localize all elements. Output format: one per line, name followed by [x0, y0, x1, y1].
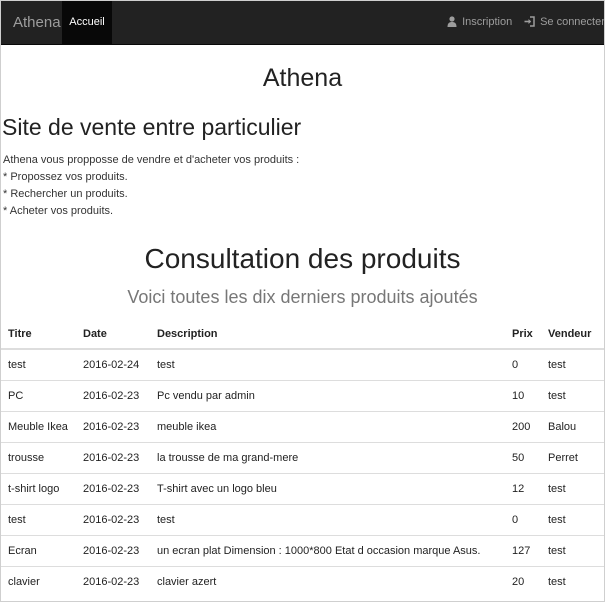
brand-link[interactable]: Athena — [13, 1, 61, 44]
page-frame: Athena Accueil Inscription Se connecter … — [0, 0, 605, 602]
column-header-description: Description — [150, 319, 505, 350]
nav-item-login-label: Se connecter — [540, 16, 605, 28]
site-subtitle: Site de vente entre particulier — [2, 114, 302, 140]
cell-titre: test — [1, 348, 76, 381]
cell-vendeur: test — [541, 566, 604, 597]
intro-text: Athena vous propposse de vendre et d'ach… — [3, 152, 299, 220]
cell-prix: 127 — [505, 535, 541, 567]
cell-titre: test — [1, 504, 76, 536]
cell-description: test — [150, 504, 505, 536]
table-row: test 2016-02-24 test 0 test — [1, 348, 604, 381]
cell-vendeur: Perret — [541, 442, 604, 474]
cell-date: 2016-02-23 — [76, 504, 150, 536]
cell-date: 2016-02-23 — [76, 535, 150, 567]
cell-description: clavier azert — [150, 566, 505, 597]
cell-titre: t-shirt logo — [1, 473, 76, 505]
cell-description: T-shirt avec un logo bleu — [150, 473, 505, 505]
intro-line: Athena vous propposse de vendre et d'ach… — [3, 154, 300, 166]
column-header-titre: Titre — [1, 319, 76, 350]
table-row: Meuble Ikea 2016-02-23 meuble ikea 200 B… — [1, 411, 604, 443]
column-header-prix: Prix — [505, 319, 541, 350]
cell-prix: 0 — [505, 504, 541, 536]
user-icon — [447, 16, 462, 28]
cell-prix: 50 — [505, 442, 541, 474]
cell-vendeur: test — [541, 380, 604, 412]
table-row: trousse 2016-02-23 la trousse de ma gran… — [1, 442, 604, 474]
navbar: Athena Accueil Inscription Se connecter — [1, 1, 604, 45]
products-table: Titre Date Description Prix Vendeur test… — [1, 319, 604, 597]
cell-prix: 10 — [505, 380, 541, 412]
cell-prix: 20 — [505, 566, 541, 597]
cell-prix: 12 — [505, 473, 541, 505]
intro-line: * Propossez vos produits. — [3, 171, 128, 183]
cell-vendeur: test — [541, 348, 604, 381]
cell-vendeur: test — [541, 473, 604, 505]
cell-description: test — [150, 348, 505, 381]
cell-date: 2016-02-23 — [76, 380, 150, 412]
cell-date: 2016-02-23 — [76, 442, 150, 474]
log-in-icon — [524, 16, 540, 28]
products-title: Consultation des produits — [144, 243, 461, 274]
table-row: t-shirt logo 2016-02-23 T-shirt avec un … — [1, 473, 604, 505]
cell-vendeur: test — [541, 504, 604, 536]
intro-line: * Acheter vos produits. — [3, 205, 114, 217]
cell-titre: clavier — [1, 566, 76, 597]
cell-date: 2016-02-23 — [76, 473, 150, 505]
cell-description: la trousse de ma grand-mere — [150, 442, 505, 474]
table-header-row: Titre Date Description Prix Vendeur — [1, 319, 604, 350]
cell-date: 2016-02-23 — [76, 411, 150, 443]
cell-vendeur: test — [541, 535, 604, 567]
table-row: clavier 2016-02-23 clavier azert 20 test — [1, 566, 604, 597]
nav-item-accueil[interactable]: Accueil — [62, 1, 112, 44]
table-row: PC 2016-02-23 Pc vendu par admin 10 test — [1, 380, 604, 412]
table-row: test 2016-02-23 test 0 test — [1, 504, 604, 536]
cell-date: 2016-02-23 — [76, 566, 150, 597]
intro-line: * Rechercher un produits. — [3, 188, 128, 200]
cell-prix: 200 — [505, 411, 541, 443]
column-header-date: Date — [76, 319, 150, 350]
cell-titre: trousse — [1, 442, 76, 474]
nav-item-inscription-label: Inscription — [462, 16, 513, 28]
nav-item-inscription[interactable]: Inscription — [447, 1, 512, 44]
cell-titre: Ecran — [1, 535, 76, 567]
cell-description: Pc vendu par admin — [150, 380, 505, 412]
table-row: Ecran 2016-02-23 un ecran plat Dimension… — [1, 535, 604, 567]
products-subtitle: Voici toutes les dix derniers produits a… — [127, 287, 478, 307]
cell-date: 2016-02-24 — [76, 348, 150, 381]
cell-description: meuble ikea — [150, 411, 505, 443]
cell-titre: Meuble Ikea — [1, 411, 76, 443]
nav-item-login[interactable]: Se connecter — [524, 1, 605, 44]
cell-titre: PC — [1, 380, 76, 412]
column-header-vendeur: Vendeur — [541, 319, 604, 350]
cell-description: un ecran plat Dimension : 1000*800 Etat … — [150, 535, 505, 567]
cell-prix: 0 — [505, 348, 541, 381]
cell-vendeur: Balou — [541, 411, 604, 443]
site-title: Athena — [262, 64, 343, 92]
